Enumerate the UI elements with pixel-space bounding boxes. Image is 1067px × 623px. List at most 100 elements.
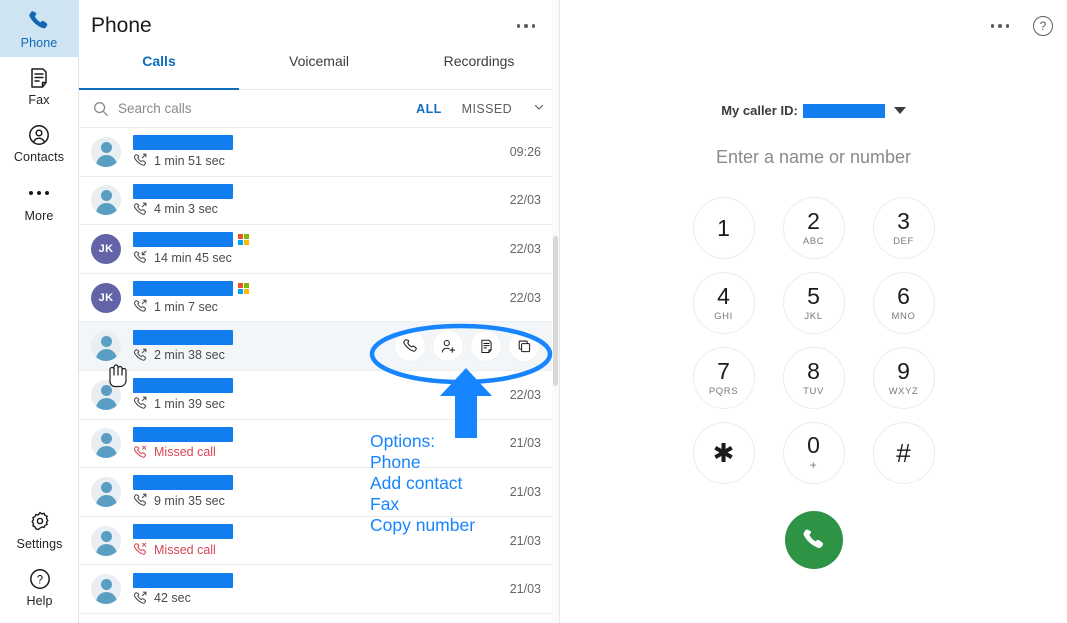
key-digit: 4	[717, 282, 730, 309]
call-row[interactable]: 4 min 3 sec 22/03	[79, 177, 559, 226]
contact-name-redacted	[133, 232, 233, 248]
dialpad-key-7[interactable]: 7 PQRS	[692, 347, 755, 409]
rail-item-label: Fax	[28, 93, 50, 107]
number-input[interactable]	[560, 147, 1067, 168]
calls-scrollbar[interactable]	[552, 0, 559, 623]
call-detail-line: 14 min 45 sec	[133, 250, 500, 265]
call-duration: 14 min 45 sec	[154, 250, 232, 265]
filter-all[interactable]: ALL	[416, 102, 442, 116]
call-direction-icon	[133, 396, 148, 411]
rail-item-contacts[interactable]: Contacts	[0, 114, 79, 171]
calls-list[interactable]: 1 min 51 sec 09:26 4 min 3 sec 22/03 JK 14 mi…	[79, 128, 559, 623]
key-letters: TUV	[803, 385, 824, 397]
call-detail-line: Missed call	[133, 445, 500, 460]
action-fax-button[interactable]	[471, 331, 501, 362]
tab-label: Recordings	[443, 53, 515, 69]
avatar	[91, 428, 121, 459]
tab-recordings[interactable]: Recordings	[399, 52, 559, 89]
call-row[interactable]: JK 1 min 7 sec 22/03	[79, 274, 559, 323]
call-row[interactable]: Missed call 21/03	[79, 420, 559, 469]
call-row-content: 4 min 3 sec	[133, 183, 500, 217]
avatar-body	[95, 446, 117, 459]
dialpad-overflow-button[interactable]	[985, 18, 1016, 34]
call-row-content: 1 min 51 sec	[133, 135, 500, 168]
action-add-contact-button[interactable]	[433, 331, 463, 362]
panel-tabs: Calls Voicemail Recordings	[79, 52, 559, 90]
dialpad-key-9[interactable]: 9 WXYZ	[872, 347, 935, 409]
dialpad-key-1[interactable]: 1	[692, 197, 755, 259]
filter-missed[interactable]: MISSED	[462, 102, 512, 116]
help-icon: ?	[28, 567, 52, 591]
call-direction-icon	[133, 250, 148, 265]
contacts-icon	[27, 123, 51, 147]
panel-overflow-button[interactable]	[511, 18, 542, 34]
scrollbar-thumb[interactable]	[553, 236, 558, 386]
avatar-head	[100, 190, 112, 202]
contact-name-redacted	[133, 475, 233, 491]
call-duration: Missed call	[154, 445, 216, 460]
call-button[interactable]	[784, 511, 843, 569]
contact-name-redacted	[133, 135, 233, 151]
dialpad-key-8[interactable]: 8 TUV	[782, 347, 845, 409]
help-icon[interactable]: ?	[1033, 16, 1053, 36]
call-row[interactable]: 1 min 39 sec 22/03	[79, 371, 559, 420]
dialpad-key-3[interactable]: 3 DEF	[872, 197, 935, 259]
contact-name-redacted	[133, 329, 233, 345]
avatar-body	[95, 397, 117, 410]
dialpad-keys: 1 2 ABC 3 DEF 4 GHI 5 JKL 6 MNO 7 PQRS 8 TUV 9 WXYZ ✱ 0 + #	[679, 197, 949, 484]
contact-name-redacted	[133, 378, 233, 394]
call-duration: 42 sec	[154, 591, 191, 606]
avatar-head	[100, 579, 112, 591]
contact-name-redacted	[133, 281, 233, 297]
rail-item-more[interactable]: More	[0, 171, 79, 230]
rail-item-settings[interactable]: Settings	[0, 501, 79, 558]
avatar-body	[95, 543, 117, 556]
call-row-content: 1 min 39 sec	[133, 378, 500, 411]
help-glyph: ?	[1039, 19, 1047, 33]
caller-id-selector[interactable]: My caller ID:	[560, 103, 1067, 118]
dialpad-key-0[interactable]: 0 +	[782, 422, 845, 484]
dialpad-key-5[interactable]: 5 JKL	[782, 272, 845, 334]
call-row[interactable]: Missed call 21/03	[79, 517, 559, 566]
call-row[interactable]: 9 min 35 sec 21/03	[79, 468, 559, 517]
avatar-body	[95, 203, 117, 216]
chevron-down-icon[interactable]	[533, 101, 545, 116]
contact-name-redacted	[133, 572, 233, 588]
phone-app-window: Phone Fax Contacts More Settings ? Help …	[0, 0, 1067, 623]
action-copy-button[interactable]	[509, 331, 539, 362]
tab-voicemail[interactable]: Voicemail	[239, 52, 399, 89]
dialpad-key-star[interactable]: ✱	[692, 422, 755, 484]
call-duration: 9 min 35 sec	[154, 493, 225, 508]
key-digit: 9	[897, 357, 910, 384]
rail-item-help[interactable]: ? Help	[0, 558, 79, 615]
dialpad-key-hash[interactable]: #	[872, 422, 935, 484]
avatar-body	[95, 592, 117, 605]
copy-icon	[516, 338, 533, 355]
rail-item-fax[interactable]: Fax	[0, 57, 79, 114]
dialpad-key-4[interactable]: 4 GHI	[692, 272, 755, 334]
action-phone-button[interactable]	[395, 331, 425, 362]
search-icon	[93, 101, 109, 117]
microsoft-badge-icon	[238, 283, 249, 295]
call-row[interactable]: 1 min 51 sec 09:26	[79, 128, 559, 177]
dialpad-key-2[interactable]: 2 ABC	[782, 197, 845, 259]
dialpad-key-6[interactable]: 6 MNO	[872, 272, 935, 334]
rail-item-phone[interactable]: Phone	[0, 0, 79, 57]
call-row[interactable]: JK 14 min 45 sec 22/03	[79, 225, 559, 274]
dialpad-panel: ? My caller ID: 1 2ABC 3DEF 4GHI 5JKL 6MNO 7PQ…	[560, 0, 1067, 623]
call-name-line	[133, 426, 500, 442]
avatar: JK	[91, 282, 121, 313]
search-input[interactable]	[118, 101, 408, 116]
tab-calls[interactable]: Calls	[79, 52, 239, 90]
contact-name-redacted	[133, 524, 233, 540]
call-name-line	[133, 135, 500, 151]
ellipsis-icon	[990, 24, 1009, 28]
key-letters: +	[809, 458, 818, 472]
call-row-actions	[395, 331, 539, 362]
call-row[interactable]: 42 sec 21/03	[79, 565, 559, 614]
chevron-down-icon[interactable]	[893, 107, 906, 114]
key-digit: 8	[807, 357, 820, 384]
key-digit: 5	[807, 282, 820, 309]
tab-label: Calls	[142, 53, 176, 69]
call-row[interactable]: 2 min 38 sec	[79, 322, 559, 371]
